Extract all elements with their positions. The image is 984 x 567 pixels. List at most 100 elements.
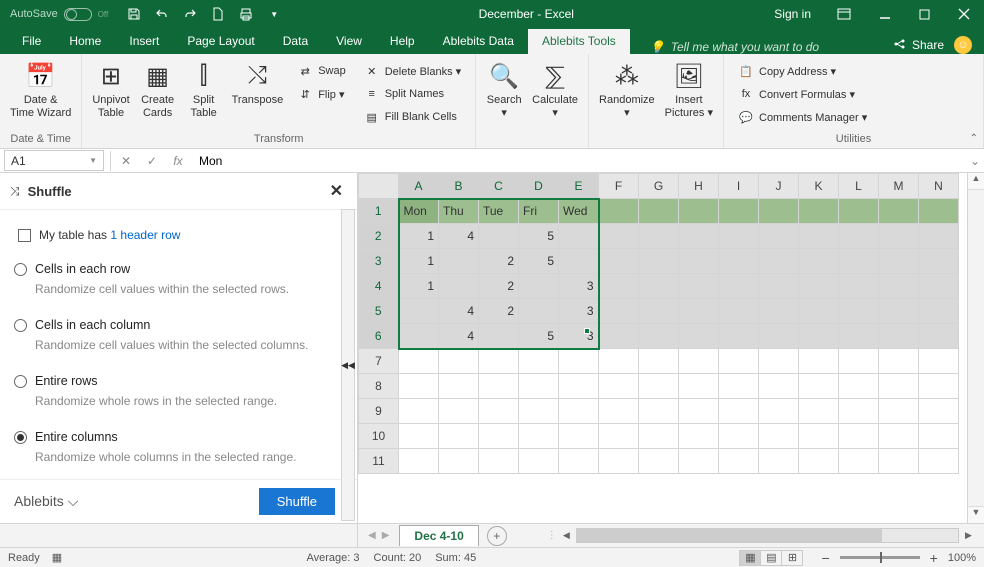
fill-handle[interactable] — [584, 328, 590, 334]
page-break-view-icon[interactable]: ⊞ — [781, 550, 803, 566]
cell[interactable] — [439, 399, 479, 424]
cell[interactable]: 5 — [519, 224, 559, 249]
cell[interactable] — [479, 424, 519, 449]
cell[interactable] — [559, 224, 599, 249]
cell[interactable] — [479, 449, 519, 474]
column-header[interactable]: B — [439, 174, 479, 199]
cell[interactable] — [679, 349, 719, 374]
cell[interactable] — [919, 224, 959, 249]
cell[interactable] — [679, 299, 719, 324]
cell[interactable] — [879, 399, 919, 424]
column-header[interactable]: D — [519, 174, 559, 199]
column-header[interactable]: F — [599, 174, 639, 199]
cell[interactable] — [399, 449, 439, 474]
cell[interactable] — [599, 274, 639, 299]
column-header[interactable]: J — [759, 174, 799, 199]
cell[interactable] — [599, 449, 639, 474]
cell[interactable] — [439, 249, 479, 274]
cell[interactable] — [519, 449, 559, 474]
cell[interactable]: 2 — [479, 249, 519, 274]
shuffle-option-1[interactable]: Cells in each column — [14, 314, 327, 336]
cell[interactable] — [479, 399, 519, 424]
fx-icon[interactable]: fx — [165, 151, 191, 171]
cell[interactable] — [439, 274, 479, 299]
cell[interactable] — [799, 349, 839, 374]
cell[interactable] — [879, 274, 919, 299]
split-names-button[interactable]: ≡Split Names — [360, 83, 465, 105]
cell[interactable] — [559, 349, 599, 374]
randomize-button[interactable]: ⁂Randomize ▾ — [595, 58, 659, 122]
row-header[interactable]: 7 — [359, 349, 399, 374]
cell[interactable] — [439, 374, 479, 399]
cell[interactable] — [639, 199, 679, 224]
cell[interactable] — [519, 399, 559, 424]
cell[interactable]: 3 — [559, 274, 599, 299]
cell[interactable] — [879, 349, 919, 374]
cell[interactable] — [759, 449, 799, 474]
calculate-button[interactable]: ⅀Calculate ▾ — [528, 58, 582, 122]
cell[interactable] — [639, 299, 679, 324]
cell[interactable] — [679, 324, 719, 349]
collapse-pane-icon[interactable]: ◀◀ — [341, 209, 355, 521]
cell[interactable] — [839, 224, 879, 249]
cell[interactable] — [839, 349, 879, 374]
cell[interactable] — [599, 349, 639, 374]
row-header[interactable]: 6 — [359, 324, 399, 349]
cell[interactable] — [599, 199, 639, 224]
cell[interactable] — [399, 399, 439, 424]
column-header[interactable]: G — [639, 174, 679, 199]
cell[interactable]: 3 — [559, 299, 599, 324]
column-header[interactable]: A — [399, 174, 439, 199]
undo-icon[interactable] — [150, 2, 174, 26]
cell[interactable] — [799, 224, 839, 249]
cell[interactable] — [599, 299, 639, 324]
cell[interactable] — [719, 424, 759, 449]
unpivot-table-button[interactable]: ⊞Unpivot Table — [88, 58, 133, 122]
zoom-slider[interactable] — [840, 556, 920, 559]
cell[interactable] — [759, 299, 799, 324]
cell[interactable] — [799, 199, 839, 224]
shuffle-option-3[interactable]: Entire columns — [14, 426, 327, 448]
cell[interactable] — [399, 374, 439, 399]
tab-ablebits-tools[interactable]: Ablebits Tools — [528, 29, 630, 54]
cell[interactable] — [639, 249, 679, 274]
cell[interactable] — [559, 249, 599, 274]
cell[interactable] — [519, 424, 559, 449]
search-button[interactable]: 🔍Search ▾ — [482, 58, 526, 122]
cell[interactable] — [759, 374, 799, 399]
cell[interactable] — [679, 374, 719, 399]
macro-recorder-icon[interactable]: ▦ — [52, 551, 62, 564]
sheet-nav-first-icon[interactable]: ◀ — [366, 528, 378, 543]
cell[interactable]: 2 — [479, 299, 519, 324]
cell[interactable] — [679, 274, 719, 299]
cell[interactable] — [679, 224, 719, 249]
row-header[interactable]: 4 — [359, 274, 399, 299]
cell[interactable] — [799, 299, 839, 324]
cell[interactable] — [839, 199, 879, 224]
close-pane-icon[interactable]: ✕ — [326, 181, 347, 201]
cell[interactable] — [799, 449, 839, 474]
shuffle-option-2[interactable]: Entire rows — [14, 370, 327, 392]
column-header[interactable]: N — [919, 174, 959, 199]
cell[interactable] — [879, 374, 919, 399]
shuffle-action-button[interactable]: Shuffle — [259, 488, 335, 515]
cell[interactable] — [439, 424, 479, 449]
cell[interactable] — [599, 399, 639, 424]
cell[interactable] — [799, 274, 839, 299]
comments-manager-button[interactable]: 💬Comments Manager ▾ — [734, 106, 871, 128]
sheet-tab-active[interactable]: Dec 4-10 — [399, 525, 478, 546]
cell[interactable]: 5 — [519, 249, 559, 274]
convert-formulas-button[interactable]: fxConvert Formulas ▾ — [734, 83, 871, 105]
sign-in-button[interactable]: Sign in — [762, 0, 823, 28]
cell[interactable] — [639, 424, 679, 449]
cell[interactable] — [439, 449, 479, 474]
cell[interactable] — [759, 249, 799, 274]
insert-pictures-button[interactable]: 🖼Insert Pictures ▾ — [661, 58, 717, 122]
cell[interactable] — [919, 249, 959, 274]
flip-button[interactable]: ⇵Flip ▾ — [293, 83, 350, 105]
cell[interactable] — [839, 299, 879, 324]
cell[interactable] — [919, 424, 959, 449]
cell[interactable] — [639, 374, 679, 399]
swap-button[interactable]: ⇄Swap — [293, 60, 350, 82]
cell[interactable] — [919, 299, 959, 324]
